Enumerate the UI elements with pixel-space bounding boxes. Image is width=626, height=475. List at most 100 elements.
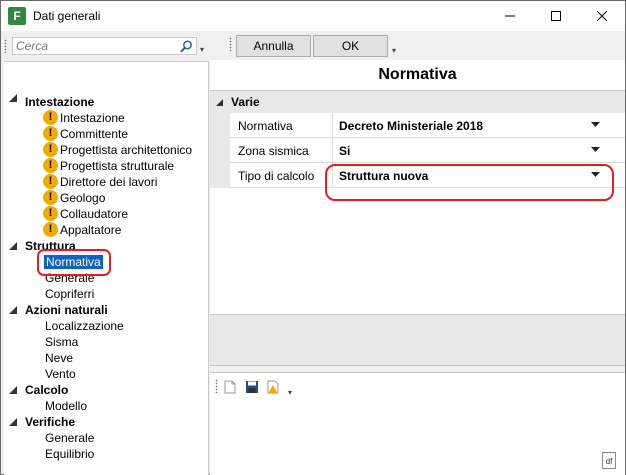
warning-icon: !	[43, 158, 58, 173]
tree-item-neve[interactable]: Neve	[45, 350, 73, 366]
category-row[interactable]: Varie	[210, 91, 625, 113]
tree-group-intestazione[interactable]: Intestazione	[25, 94, 94, 110]
property-name: Normativa	[238, 119, 293, 133]
tree-item-appaltatore[interactable]: ! Appaltatore	[43, 222, 121, 238]
collapse-icon[interactable]	[9, 418, 17, 426]
collapse-icon[interactable]	[9, 386, 17, 394]
dropdown-arrow-icon[interactable]	[591, 122, 600, 127]
property-grid: Varie Normativa Decreto Ministeriale 201…	[210, 90, 625, 342]
property-value[interactable]: Si	[339, 144, 350, 158]
doc-status-icon[interactable]: df	[602, 452, 616, 469]
column-separator	[332, 163, 333, 188]
tree-item-label: Sisma	[45, 335, 79, 349]
tree-item-progettista-architettonico[interactable]: ! Progettista architettonico	[43, 142, 192, 158]
tree-item-vento[interactable]: Vento	[45, 366, 76, 382]
save-icon[interactable]	[245, 380, 259, 394]
row-gutter	[210, 138, 230, 163]
warning-icon: !	[43, 206, 58, 221]
toolbar-overflow-icon[interactable]: ▾	[200, 45, 204, 54]
property-value[interactable]: Struttura nuova	[339, 169, 428, 183]
tree-item-modello[interactable]: Modello	[45, 398, 87, 414]
tree-item-label: Generale	[45, 431, 95, 445]
column-separator	[332, 113, 333, 138]
annulla-button[interactable]: Annulla	[236, 35, 311, 57]
navigation-pane: ▾ Intestazione !Intestazione !Committent…	[4, 32, 209, 475]
description-pane	[210, 314, 625, 366]
toolbar-grip[interactable]	[4, 39, 7, 53]
tree-item-label: Progettista strutturale	[60, 159, 175, 173]
tree-item-label: Collaudatore	[60, 207, 129, 221]
search-icon[interactable]	[180, 40, 193, 53]
collapse-icon[interactable]	[9, 306, 17, 314]
collapse-icon[interactable]	[9, 94, 17, 102]
row-gutter	[210, 163, 230, 188]
tree-item-label: Intestazione	[60, 111, 125, 125]
tree-item-label: Normativa	[44, 255, 103, 269]
property-row-normativa[interactable]: Normativa Decreto Ministeriale 2018	[210, 113, 625, 138]
minimize-button[interactable]	[487, 1, 533, 31]
tree-group-verifiche[interactable]: Verifiche	[25, 414, 75, 430]
collapse-icon[interactable]	[216, 99, 223, 106]
app-icon: F	[8, 7, 26, 25]
property-row-tipo-di-calcolo[interactable]: Tipo di calcolo Struttura nuova	[210, 163, 625, 188]
tree-item-generale[interactable]: Generale	[45, 270, 94, 286]
tree-item-label: Progettista architettonico	[60, 143, 193, 157]
tree-item-progettista-strutturale[interactable]: ! Progettista strutturale	[43, 158, 174, 174]
ok-button[interactable]: OK	[313, 35, 388, 57]
dropdown-arrow-icon[interactable]	[591, 147, 600, 152]
document-warning-icon[interactable]	[266, 380, 280, 394]
row-gutter	[210, 113, 230, 138]
warning-icon: !	[43, 126, 58, 141]
maximize-icon	[551, 11, 561, 21]
tree-item-direttore-dei-lavori[interactable]: ! Direttore dei lavori	[43, 174, 157, 190]
tree-item-normativa[interactable]: Normativa	[44, 254, 103, 270]
property-row-zona-sismica[interactable]: Zona sismica Si	[210, 138, 625, 163]
toolbar-grip[interactable]	[229, 37, 232, 51]
tree-item-copriferri[interactable]: Copriferri	[45, 286, 94, 302]
warning-icon: !	[43, 142, 58, 157]
title-bar: F Dati generali	[1, 1, 625, 31]
tree-item-label: Vento	[45, 367, 76, 381]
close-icon	[597, 11, 607, 21]
tree-group-label: Azioni naturali	[25, 303, 108, 317]
toolbar-grip[interactable]	[215, 379, 218, 393]
tree-group-label: Struttura	[25, 239, 76, 253]
minimize-icon	[505, 15, 515, 17]
tree-item-verifiche-generale[interactable]: Generale	[45, 430, 94, 446]
tree-group-label: Intestazione	[25, 95, 95, 109]
panel-title: Normativa	[210, 60, 625, 90]
tree-item-sisma[interactable]: Sisma	[45, 334, 78, 350]
property-value[interactable]: Decreto Ministeriale 2018	[339, 119, 483, 133]
tree-item-geologo[interactable]: ! Geologo	[43, 190, 105, 206]
action-toolbar: Annulla OK ▾	[210, 32, 625, 59]
tree-item-intestazione[interactable]: ! Intestazione	[43, 110, 125, 126]
close-button[interactable]	[579, 1, 625, 31]
warning-icon: !	[43, 222, 58, 237]
collapse-icon[interactable]	[9, 242, 17, 250]
warning-icon: !	[43, 110, 58, 125]
tree-item-localizzazione[interactable]: Localizzazione	[45, 318, 124, 334]
tree-item-label: Neve	[45, 351, 74, 365]
search-input[interactable]	[12, 37, 197, 55]
properties-pane: Annulla OK ▾ Normativa Varie Normativa D…	[210, 32, 625, 475]
dropdown-arrow-icon[interactable]	[591, 172, 600, 177]
attachments-pane: ▾ df	[210, 372, 625, 475]
toolbar-overflow-icon[interactable]: ▾	[288, 388, 292, 397]
new-document-icon[interactable]	[223, 380, 237, 394]
tree-item-label: Copriferri	[45, 287, 95, 301]
tree-item-label: Equilibrio	[45, 447, 95, 461]
category-label: Varie	[231, 95, 260, 109]
tree-group-azioni-naturali[interactable]: Azioni naturali	[25, 302, 108, 318]
toolbar-overflow-icon[interactable]: ▾	[392, 46, 396, 55]
settings-tree: Intestazione ! Intestazione ! Committente …	[4, 61, 209, 475]
tree-group-calcolo[interactable]: Calcolo	[25, 382, 68, 398]
tree-item-committente[interactable]: ! Committente	[43, 126, 128, 142]
tree-item-label: Geologo	[60, 191, 106, 205]
maximize-button[interactable]	[533, 1, 579, 31]
tree-group-struttura[interactable]: Struttura	[25, 238, 76, 254]
tree-item-equilibrio[interactable]: Equilibrio	[45, 446, 94, 462]
tree-item-collaudatore[interactable]: ! Collaudatore	[43, 206, 128, 222]
tree-group-label: Verifiche	[25, 415, 76, 429]
column-separator	[332, 138, 333, 163]
warning-icon: !	[43, 190, 58, 205]
